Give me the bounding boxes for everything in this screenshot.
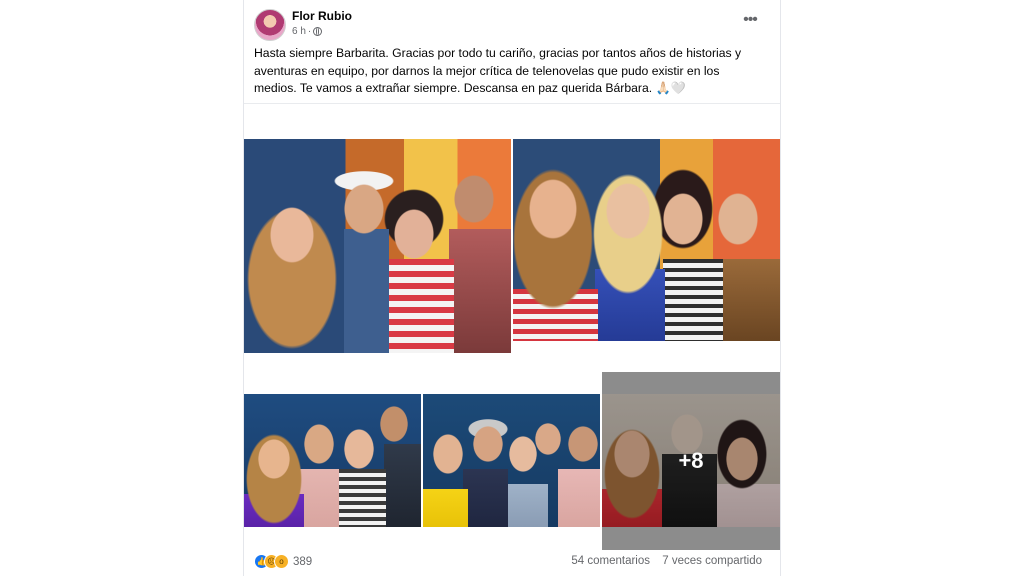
author-name[interactable]: Flor Rubio bbox=[292, 9, 352, 23]
post-time[interactable]: 6 h bbox=[292, 26, 306, 37]
reactions-summary[interactable]: 👍 ☹ o 389 bbox=[254, 554, 312, 569]
post-header: Flor Rubio 6 h · ••• bbox=[254, 7, 770, 43]
wow-icon: o bbox=[274, 554, 289, 569]
author-avatar[interactable] bbox=[254, 9, 286, 41]
reaction-count: 389 bbox=[293, 555, 313, 568]
ellipsis-icon[interactable]: ••• bbox=[738, 12, 762, 33]
comments-link[interactable]: 54 comentarios bbox=[571, 555, 650, 567]
photo-1[interactable] bbox=[244, 139, 511, 353]
shares-link[interactable]: 7 veces compartido bbox=[662, 555, 762, 567]
post-meta: 6 h · bbox=[292, 26, 323, 37]
post-footer: 👍 ☹ o 389 54 comentarios 7 veces compart… bbox=[254, 552, 770, 572]
photo-5-more[interactable]: +8 bbox=[602, 372, 780, 550]
globe-icon bbox=[313, 27, 323, 36]
photo-3[interactable] bbox=[244, 394, 421, 527]
photo-2[interactable] bbox=[513, 139, 780, 341]
post-text: Hasta siempre Barbarita. Gracias por tod… bbox=[254, 46, 742, 95]
divider bbox=[244, 103, 780, 104]
more-photos-count: +8 bbox=[678, 447, 704, 473]
photo-4[interactable] bbox=[423, 394, 600, 527]
post-card: Flor Rubio 6 h · ••• Hasta siempre Barba… bbox=[243, 0, 781, 576]
